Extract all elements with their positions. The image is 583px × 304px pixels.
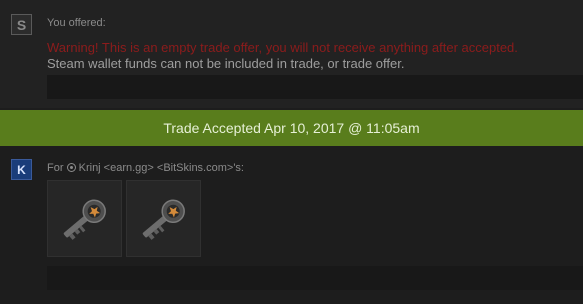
you-offered-label: You offered: [47,17,106,29]
for-prefix: For [47,162,64,174]
trade-accepted-banner: Trade Accepted Apr 10, 2017 @ 11:05am [0,110,583,146]
item-slot[interactable] [126,180,201,257]
offered-items-area [47,75,583,99]
case-key-icon [142,199,185,240]
item-slot[interactable] [47,180,122,257]
wallet-funds-note: Steam wallet funds can not be included i… [47,56,405,71]
received-items-strip [47,266,583,290]
case-key-icon [63,199,106,240]
online-status-icon [66,163,76,172]
empty-offer-warning: Warning! This is an empty trade offer, y… [47,40,518,55]
user-avatar[interactable]: S [11,14,32,35]
partner-name[interactable]: Krinj <earn.gg> <BitSkins.com>'s: [79,162,244,174]
trade-accepted-text: Trade Accepted Apr 10, 2017 @ 11:05am [163,120,420,136]
partner-items-label: For Krinj <earn.gg> <BitSkins.com>'s: [47,162,244,174]
partner-avatar[interactable]: K [11,159,32,180]
